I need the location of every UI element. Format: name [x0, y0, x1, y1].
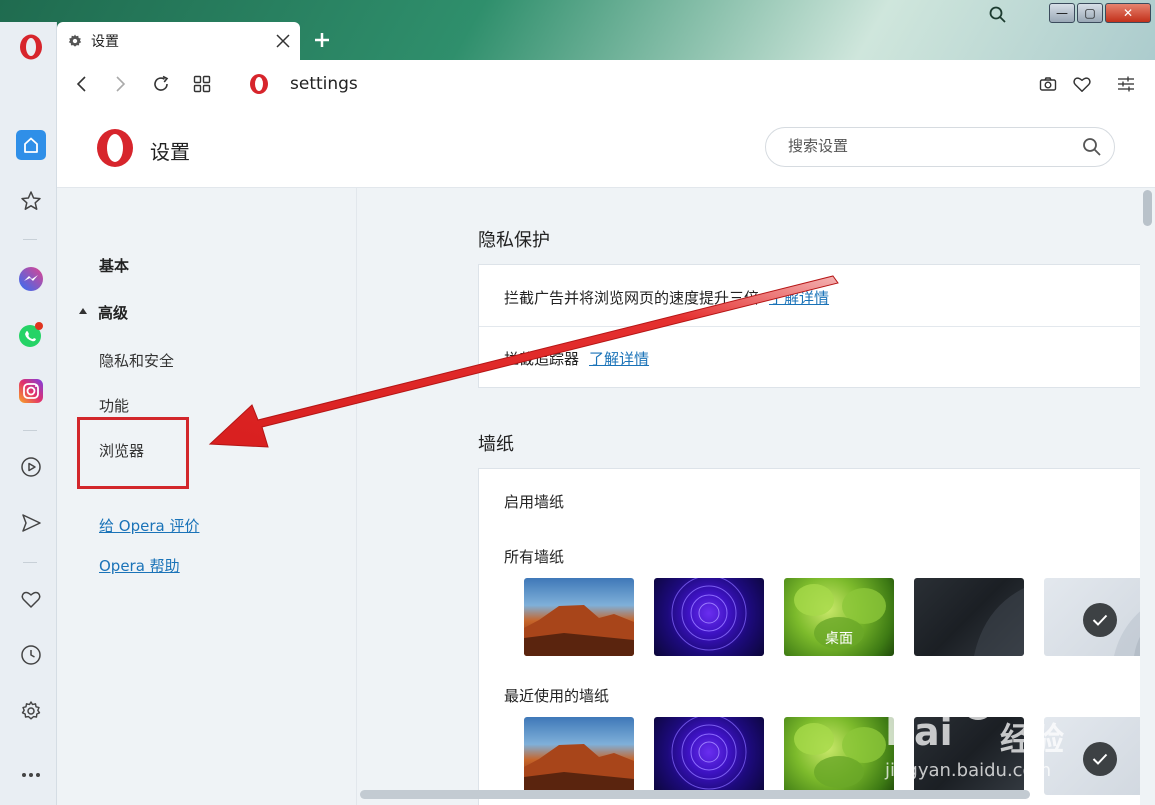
page-title: 设置 — [150, 140, 190, 164]
sidebar-settings[interactable] — [16, 696, 46, 726]
close-window-button[interactable]: ✕ — [1105, 3, 1151, 23]
new-tab-plus-icon[interactable] — [313, 31, 331, 49]
easy-setup-button[interactable] — [1115, 73, 1137, 95]
recent-wallpapers-label: 最近使用的墙纸 — [504, 687, 610, 705]
back-button[interactable] — [71, 73, 93, 95]
camera-icon — [1039, 77, 1057, 91]
opera-logo-icon — [97, 129, 133, 167]
nav-advanced[interactable]: 高级 — [98, 302, 128, 323]
block-trackers-row[interactable]: 拦截追踪器 了解详情 — [504, 348, 649, 369]
close-icon[interactable] — [274, 32, 292, 50]
sidebar-home[interactable] — [16, 130, 46, 160]
block-ads-label: 拦截广告并将浏览网页的速度提升三倍 — [504, 289, 760, 307]
chevron-left-icon — [76, 76, 86, 92]
baidu-jingyan-watermark: Bai 经验 jingyan.baidu.com — [880, 680, 1110, 790]
search-icon[interactable] — [1082, 137, 1102, 157]
settings-header: 设置 — [57, 108, 1155, 188]
recent-wallpaper-purple-tunnel-thumb[interactable] — [654, 717, 764, 795]
block-ads-row[interactable]: 拦截广告并将浏览网页的速度提升三倍 了解详情 — [504, 287, 829, 308]
tab-settings[interactable]: 设置 — [57, 22, 300, 60]
minimize-button[interactable]: — — [1049, 3, 1075, 23]
whatsapp-icon — [19, 322, 43, 347]
horizontal-scrollbar[interactable] — [360, 790, 1030, 799]
selected-check-icon — [1083, 603, 1117, 637]
all-wallpapers-label: 所有墙纸 — [504, 548, 565, 566]
watermark-brand: Bai — [885, 710, 953, 754]
sidebar-instagram[interactable] — [16, 376, 46, 406]
maximize-button[interactable]: ▢ — [1077, 3, 1103, 23]
opera-menu-button[interactable] — [16, 32, 46, 62]
snapshot-button[interactable] — [1037, 73, 1059, 95]
sliders-icon — [1118, 76, 1134, 92]
privacy-section-title: 隐私保护 — [478, 230, 550, 251]
play-circle-icon — [21, 457, 41, 477]
sidebar-send[interactable] — [16, 508, 46, 538]
clock-icon — [21, 645, 41, 665]
block-trackers-learn-more-link[interactable]: 了解详情 — [589, 350, 649, 368]
watermark-url: jingyan.baidu.com — [885, 760, 1052, 781]
home-icon — [16, 130, 46, 160]
send-icon — [22, 514, 41, 532]
sidebar-player[interactable] — [16, 452, 46, 482]
reload-button[interactable] — [150, 73, 172, 95]
sidebar-speed-dial[interactable] — [16, 186, 46, 216]
block-trackers-label: 拦截追踪器 — [504, 350, 580, 368]
wallpaper-desert-thumb[interactable] — [524, 578, 634, 656]
wallpaper-desktop-label: 桌面 — [825, 631, 853, 647]
vertical-scrollbar[interactable] — [1140, 188, 1155, 805]
recent-wallpaper-desert-thumb[interactable] — [524, 717, 634, 795]
messenger-icon — [19, 267, 43, 291]
nav-basic[interactable]: 基本 — [99, 255, 129, 276]
settings-nav: 基本 高级 隐私和安全 功能 浏览器 给 Opera 评价 Opera 帮助 — [57, 188, 357, 805]
chevron-right-icon — [116, 76, 126, 92]
search-input[interactable] — [788, 137, 1068, 155]
search-box[interactable] — [765, 127, 1115, 167]
rate-opera-link[interactable]: 给 Opera 评价 — [99, 515, 199, 536]
sidebar-bookmarks[interactable] — [16, 584, 46, 614]
wallpaper-succulent-thumb[interactable]: 桌面 — [784, 578, 894, 656]
window-titlebar: — ▢ ✕ — [0, 0, 1155, 23]
wallpaper-section-title: 墙纸 — [478, 434, 514, 455]
sidebar-messenger[interactable] — [16, 264, 46, 294]
nav-features[interactable]: 功能 — [99, 395, 129, 416]
nav-privacy-security[interactable]: 隐私和安全 — [99, 350, 174, 371]
opera-logo-icon — [20, 34, 42, 60]
watermark-brand-suffix: 经验 — [1000, 720, 1065, 758]
instagram-icon — [19, 379, 43, 403]
opera-help-link[interactable]: Opera 帮助 — [99, 555, 180, 576]
wallpaper-purple-tunnel-thumb[interactable] — [654, 578, 764, 656]
annotation-highlight-box — [77, 417, 189, 489]
gear-icon — [68, 34, 82, 47]
enable-wallpaper-label[interactable]: 启用墙纸 — [504, 491, 564, 512]
privacy-card: 拦截广告并将浏览网页的速度提升三倍 了解详情 拦截追踪器 了解详情 — [478, 264, 1155, 388]
tabs-grid-button[interactable] — [191, 73, 213, 95]
grid-icon — [193, 75, 211, 93]
address-bar: settings — [57, 60, 1155, 108]
heart-icon — [1073, 77, 1091, 93]
sidebar-more[interactable] — [16, 760, 46, 790]
tab-title: 设置 — [91, 34, 119, 50]
block-ads-learn-more-link[interactable]: 了解详情 — [769, 289, 829, 307]
reload-icon — [154, 75, 169, 91]
more-dots-icon — [22, 773, 40, 777]
sidebar-whatsapp[interactable] — [16, 320, 46, 350]
forward-button[interactable] — [109, 73, 131, 95]
opera-logo-icon — [250, 74, 268, 94]
tab-strip: 设置 — [57, 22, 1155, 60]
sidebar-history[interactable] — [16, 640, 46, 670]
triangle-up-icon — [79, 308, 87, 314]
url-text[interactable]: settings — [290, 74, 358, 94]
heart-icon — [21, 591, 41, 608]
gear-icon — [21, 701, 41, 720]
wallpaper-light-thumb[interactable] — [1044, 578, 1155, 656]
opera-sidebar — [0, 22, 57, 805]
recent-wallpaper-succulent-thumb[interactable] — [784, 717, 894, 795]
wallpaper-dark-thumb[interactable] — [914, 578, 1024, 656]
star-outline-icon — [21, 191, 41, 210]
bookmark-heart-button[interactable] — [1071, 73, 1093, 95]
